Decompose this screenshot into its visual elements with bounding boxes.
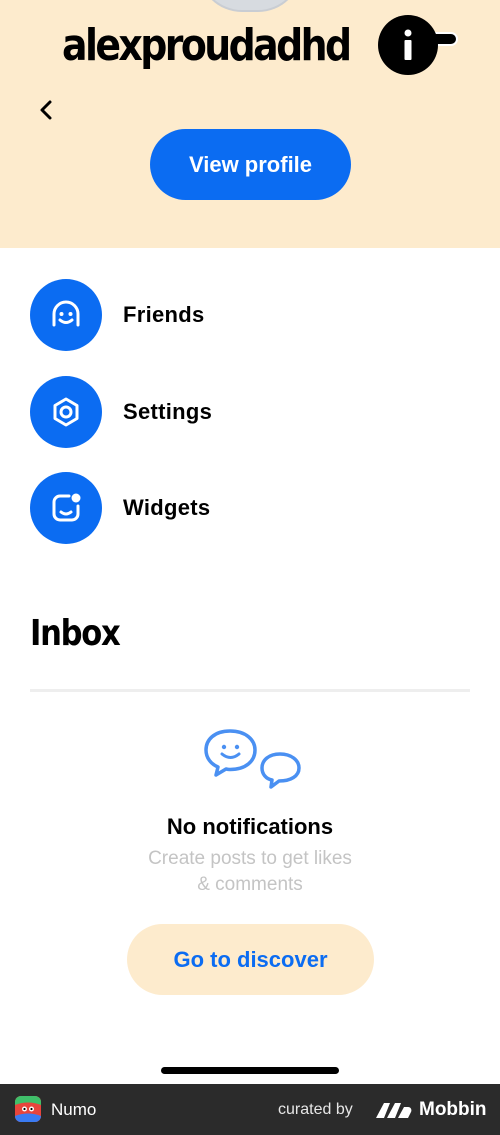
settings-icon-circle	[30, 376, 102, 448]
username-title: alexproudadhd	[62, 20, 352, 71]
profile-header: alexproudadhd View profile	[0, 0, 500, 248]
home-indicator	[161, 1067, 339, 1074]
chevron-left-icon	[40, 100, 52, 120]
menu-item-label: Settings	[123, 399, 213, 424]
mobbin-brand: Mobbin	[419, 1099, 487, 1120]
friends-icon-circle	[30, 279, 102, 351]
empty-state-title: No notifications	[166, 814, 334, 839]
numo-app-icon	[15, 1096, 41, 1122]
menu-item-widgets[interactable]: Widgets	[30, 472, 210, 544]
menu-item-label: Friends	[123, 302, 205, 327]
widgets-icon-circle	[30, 472, 102, 544]
info-button[interactable]	[378, 15, 438, 75]
view-profile-button[interactable]: View profile	[150, 129, 351, 200]
mobbin-logo-icon	[376, 1103, 412, 1118]
back-button[interactable]	[28, 92, 64, 128]
go-to-discover-button[interactable]: Go to discover	[127, 924, 374, 995]
app-name: Numo	[51, 1100, 97, 1119]
empty-state-subtitle: Create posts to get likes & comments	[148, 848, 352, 895]
divider	[30, 689, 470, 692]
inbox-heading: Inbox	[30, 613, 121, 654]
menu-item-friends[interactable]: Friends	[30, 279, 205, 351]
hexagon-nut-icon	[53, 397, 79, 427]
curated-by-label: curated by	[278, 1101, 353, 1118]
chat-bubbles-icon	[204, 729, 301, 789]
menu-item-label: Widgets	[123, 495, 211, 520]
avatar[interactable]	[198, 0, 302, 12]
smiley-face-icon	[52, 300, 80, 327]
attribution-footer: Numo curated by Mobbin	[0, 1084, 500, 1135]
menu-item-settings[interactable]: Settings	[30, 376, 212, 448]
widget-face-icon	[52, 493, 81, 522]
info-icon	[404, 29, 412, 60]
